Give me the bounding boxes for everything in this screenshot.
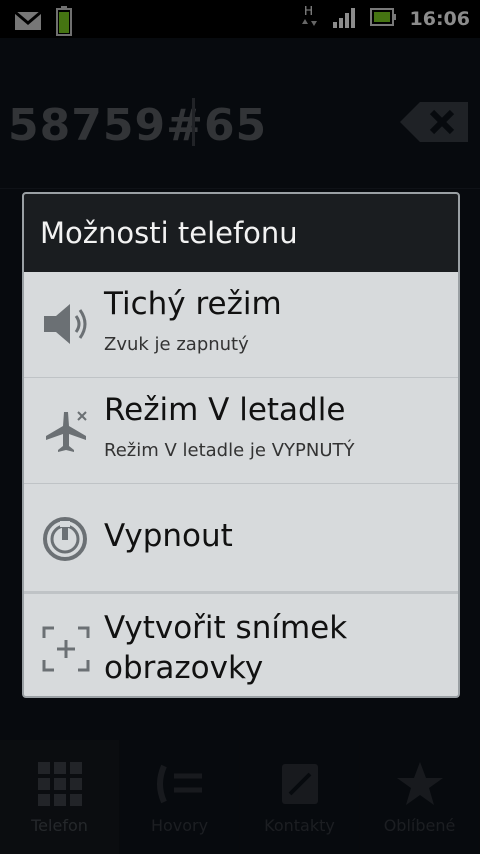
option-subtitle: Režim V letadle je VYPNUTÝ [104,440,355,461]
option-silent-mode[interactable]: Tichý režim Zvuk je zapnutý [24,272,458,378]
option-title-line1: Vytvořit snímek [104,610,348,646]
option-title: Režim V letadle [104,392,346,428]
option-title: Tichý režim [104,286,282,322]
power-icon [42,516,88,566]
dialog-title: Možnosti telefonu [24,194,458,272]
speaker-icon [42,302,90,350]
screenshot-icon [42,626,90,676]
option-airplane-mode[interactable]: Režim V letadle Režim V letadle je VYPNU… [24,378,458,484]
phone-options-dialog: Možnosti telefonu Tichý režim Zvuk je za… [22,192,460,698]
option-subtitle: Zvuk je zapnutý [104,334,249,355]
option-title: Vypnout [104,518,233,554]
option-screenshot[interactable]: Vytvořit snímek obrazovky [24,592,458,696]
airplane-icon [42,408,90,460]
option-title-line2: obrazovky [104,650,264,686]
option-power-off[interactable]: Vypnout [24,484,458,592]
